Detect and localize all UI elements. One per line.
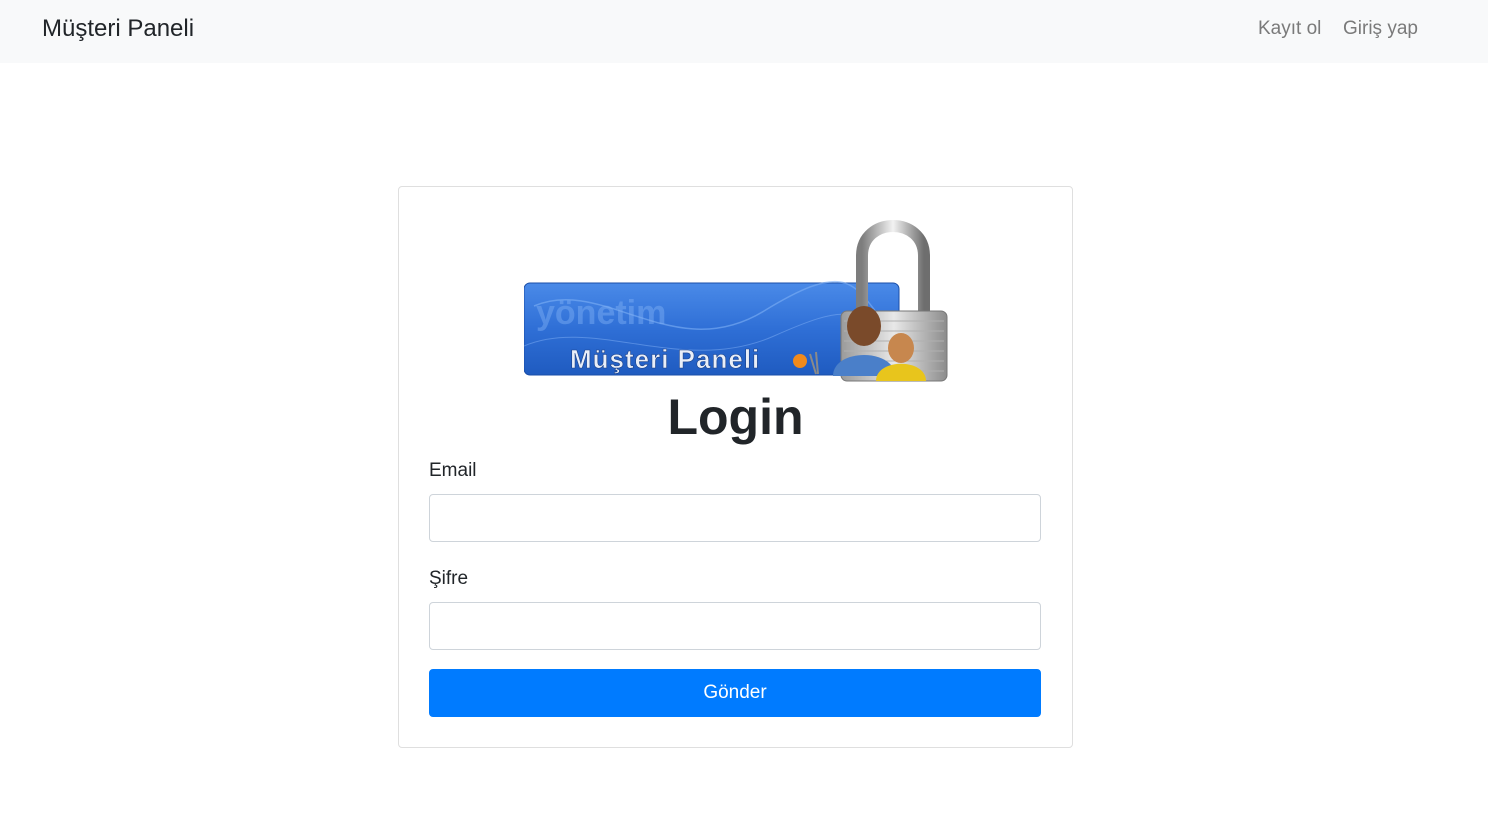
login-card: yönetim Müşteri Paneli Login Email Şifre…: [398, 186, 1073, 748]
password-field[interactable]: [429, 602, 1041, 650]
register-link[interactable]: Kayıt ol: [1258, 17, 1321, 41]
password-label: Şifre: [429, 568, 469, 589]
email-label: Email: [429, 460, 477, 481]
navbar: Müşteri Paneli Kayıt ol Giriş yap: [0, 0, 1488, 63]
email-field[interactable]: [429, 494, 1041, 542]
customer-panel-banner: yönetim Müşteri Paneli: [524, 216, 949, 382]
banner-watermark: yönetim: [536, 294, 666, 332]
banner-text: Müşteri Paneli: [570, 344, 760, 374]
login-link[interactable]: Giriş yap: [1343, 17, 1418, 41]
brand-link[interactable]: Müşteri Paneli: [42, 14, 194, 44]
orange-dot-icon: [793, 354, 807, 368]
banner-graphic: yönetim Müşteri Paneli: [524, 220, 948, 382]
submit-button[interactable]: Gönder: [429, 669, 1041, 717]
login-title: Login: [667, 389, 804, 445]
